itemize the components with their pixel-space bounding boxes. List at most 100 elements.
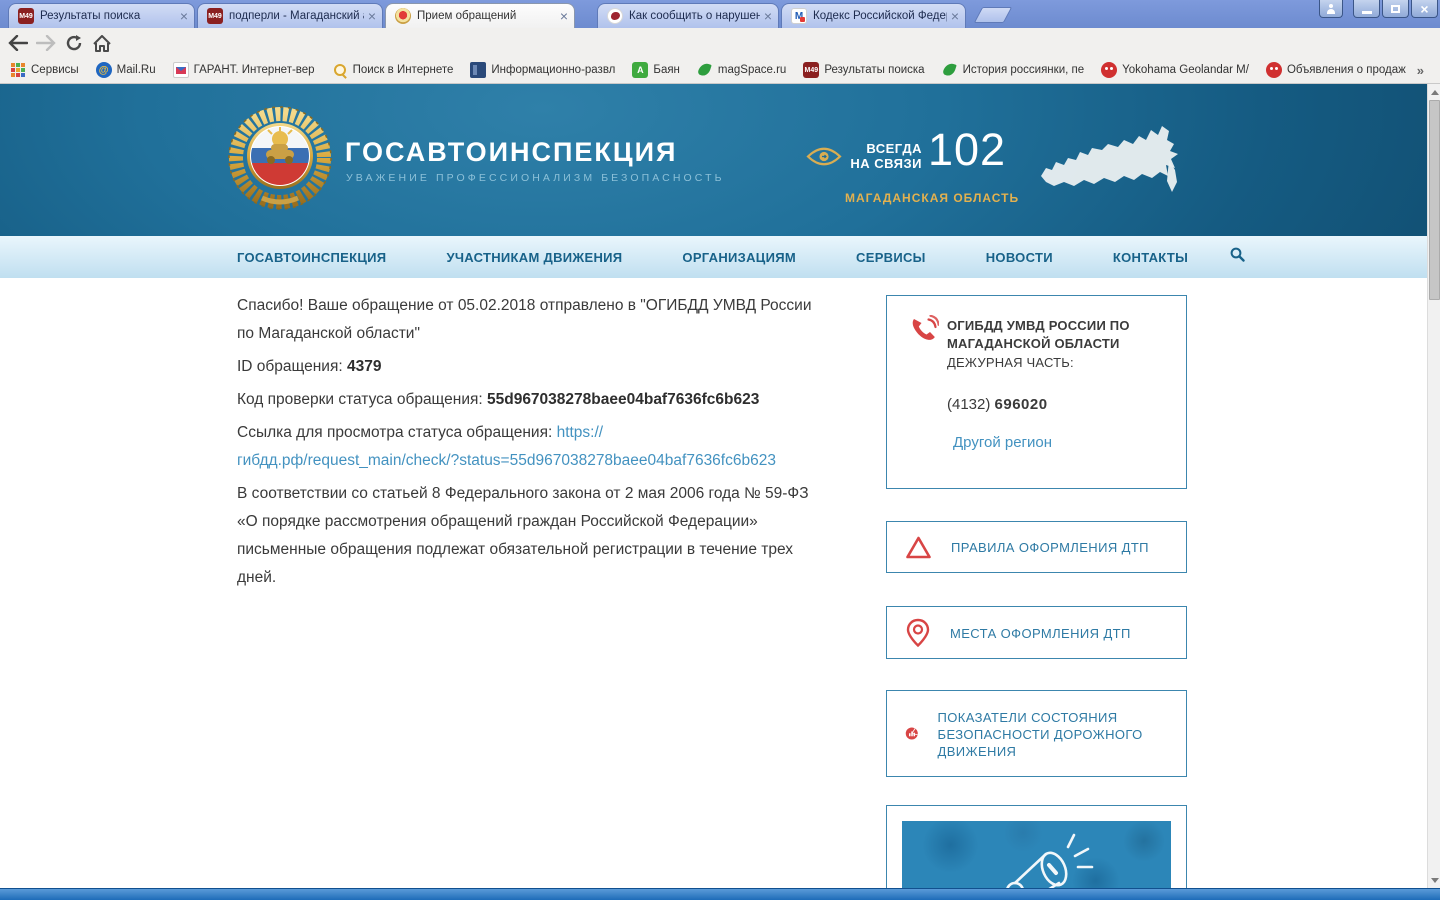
region-label[interactable]: МАГАДАНСКАЯ ОБЛАСТЬ (845, 191, 1019, 205)
scrollbar-thumb[interactable] (1429, 100, 1440, 300)
browser-window: М49 Результаты поиска × М49 подперли - М… (0, 0, 1440, 900)
status-link-paragraph: Ссылка для просмотра статуса обращения: … (237, 419, 821, 475)
tab-kodeks[interactable]: M Кодекс Российской Федера × (781, 3, 966, 28)
bookmark-poisk[interactable]: Поиск в Интернете (332, 62, 454, 78)
tab-priem-obrashcheniy[interactable]: Прием обращений × (385, 3, 575, 28)
nav-item-gosavtoinspekciya[interactable]: ГОСАВТОИНСПЕКЦИЯ (237, 250, 386, 265)
bookmark-label: Yokohama Geolandar M/ (1122, 64, 1249, 76)
tab-close-icon[interactable]: × (560, 9, 568, 23)
tab-title: подперли - Магаданский а (229, 10, 364, 22)
always-line2: НА СВЯЗИ (840, 156, 922, 171)
forward-arrow-icon (36, 35, 56, 51)
search-at-icon (332, 62, 348, 78)
home-button[interactable] (90, 31, 114, 55)
bookmark-istoriya[interactable]: История россиянки, пе (942, 62, 1085, 78)
tab-report-violation[interactable]: Как сообщить о нарушени × (597, 3, 779, 28)
page-scrollbar[interactable] (1427, 84, 1440, 888)
nav-item-kontakty[interactable]: КОНТАКТЫ (1113, 250, 1188, 265)
accident-places-link[interactable]: МЕСТА ОФОРМЛЕНИЯ ДТП (886, 606, 1187, 659)
nav-item-organizaciyam[interactable]: ОРГАНИЗАЦИЯМ (682, 250, 796, 265)
nav-item-uchastnikam[interactable]: УЧАСТНИКАМ ДВИЖЕНИЯ (446, 250, 622, 265)
mailru-favicon-icon: M (791, 8, 807, 24)
duty-phone: (4132) 696020 (947, 396, 1172, 413)
bookmark-label: magSpace.ru (718, 64, 786, 76)
bookmark-label: Баян (653, 64, 680, 76)
eye-icon[interactable] (806, 145, 842, 173)
russia-map-icon (1038, 118, 1188, 213)
bookmarks-overflow-chevron-icon[interactable]: » (1417, 63, 1424, 78)
new-tab-button[interactable] (974, 7, 1013, 23)
site-title: ГОСАВТОИНСПЕКЦИЯ (345, 137, 677, 168)
contact-title: ОГИБДД УМВД РОССИИ ПО МАГАДАНСКОЙ ОБЛАСТ… (947, 317, 1172, 353)
scroll-down-icon (1431, 878, 1439, 883)
bookmark-label: Mail.Ru (117, 64, 156, 76)
minimize-button[interactable] (1353, 0, 1380, 18)
tab-title: Кодекс Российской Федера (813, 10, 947, 22)
red-circle-icon (1266, 62, 1282, 78)
tab-search-results[interactable]: М49 Результаты поиска × (8, 3, 195, 28)
nav-item-servisy[interactable]: СЕРВИСЫ (856, 250, 926, 265)
bookmark-label: Результаты поиска (824, 64, 924, 76)
tab-title: Прием обращений (417, 10, 556, 22)
other-region-link[interactable]: Другой регион (953, 434, 1052, 451)
phone-number: 696020 (995, 396, 1048, 413)
restore-button[interactable] (1382, 0, 1409, 18)
gibdd-emblem-logo[interactable] (228, 106, 332, 215)
bookmark-servisy[interactable]: Сервисы (10, 62, 79, 78)
tab-close-icon[interactable]: × (368, 9, 376, 23)
link-label: МЕСТА ОФОРМЛЕНИЯ ДТП (950, 624, 1131, 642)
id-value: 4379 (347, 358, 381, 375)
browser-toolbar: https://гибдд.рф/request_main ☆ (0, 28, 1440, 57)
scrollbar-down-button[interactable] (1428, 872, 1440, 888)
back-button[interactable] (6, 31, 30, 55)
minimize-icon (1362, 11, 1372, 14)
phone-prefix: (4132) (947, 396, 995, 413)
always-line1: ВСЕГДА (840, 141, 922, 156)
road-safety-stats-link[interactable]: ПОКАЗАТЕЛИ СОСТОЯНИЯ БЕЗОПАСНОСТИ ДОРОЖН… (886, 690, 1187, 777)
report-favicon-icon (607, 8, 623, 24)
bookmark-inforazvl[interactable]: Информационно-развл (470, 62, 615, 78)
close-window-button[interactable]: × (1411, 0, 1438, 18)
tab-bar: М49 Результаты поиска × М49 подперли - М… (0, 0, 1440, 28)
envelope-icon (173, 62, 189, 78)
bookmark-garant[interactable]: ГАРАНТ. Интернет-вер (173, 62, 315, 78)
law-text: В соответствии со статьей 8 Федерального… (237, 485, 809, 586)
bookmark-obyavleniya[interactable]: Объявления о продаж (1266, 62, 1406, 78)
green-a-icon: А (632, 62, 648, 78)
person-icon (1327, 6, 1335, 14)
tab-close-icon[interactable]: × (764, 9, 772, 23)
window-bottom-frame (0, 888, 1440, 900)
thanks-paragraph: Спасибо! Ваше обращение от 05.02.2018 от… (237, 292, 821, 348)
mailru-at-icon: @ (96, 62, 112, 78)
code-value: 55d967038278baee04baf7636fc6b623 (487, 391, 759, 408)
russia-map-regions-link[interactable]: ГИБДД В РЕГИОНАХ (1038, 118, 1188, 213)
phone-icon (909, 315, 939, 350)
bookmarks-bar: Сервисы @ Mail.Ru ГАРАНТ. Интернет-вер П… (0, 57, 1440, 84)
bookmark-magspace[interactable]: magSpace.ru (697, 62, 786, 78)
link-label: ПРАВИЛА ОФОРМЛЕНИЯ ДТП (951, 538, 1149, 556)
appeal-id-paragraph: ID обращения: 4379 (237, 353, 821, 381)
blue-square-icon (470, 62, 486, 78)
reload-button[interactable] (62, 31, 86, 55)
banner-box[interactable] (886, 805, 1187, 900)
profile-button[interactable] (1319, 0, 1343, 18)
scrollbar-up-button[interactable] (1428, 84, 1440, 100)
bookmark-yokohama[interactable]: Yokohama Geolandar M/ (1101, 62, 1249, 78)
bookmark-rezultaty[interactable]: М49 Результаты поиска (803, 62, 924, 78)
site-search-icon[interactable] (1230, 247, 1245, 267)
forward-button[interactable] (34, 31, 58, 55)
tab-close-icon[interactable]: × (180, 9, 188, 23)
bookmark-mailru[interactable]: @ Mail.Ru (96, 62, 156, 78)
tab-close-icon[interactable]: × (951, 9, 959, 23)
id-label: ID обращения: (237, 358, 347, 375)
tab-title: Как сообщить о нарушени (629, 10, 760, 22)
bookmark-bayan[interactable]: А Баян (632, 62, 680, 78)
reload-icon (65, 34, 83, 52)
tab-podperli[interactable]: М49 подперли - Магаданский а × (197, 3, 383, 28)
nav-item-novosti[interactable]: НОВОСТИ (986, 250, 1053, 265)
m49-badge-icon: М49 (803, 62, 819, 78)
accident-rules-link[interactable]: ПРАВИЛА ОФОРМЛЕНИЯ ДТП (886, 521, 1187, 573)
law-paragraph: В соответствии со статьей 8 Федерального… (237, 480, 821, 592)
bookmark-label: ГАРАНТ. Интернет-вер (194, 64, 315, 76)
bookmark-label: Поиск в Интернете (353, 64, 454, 76)
